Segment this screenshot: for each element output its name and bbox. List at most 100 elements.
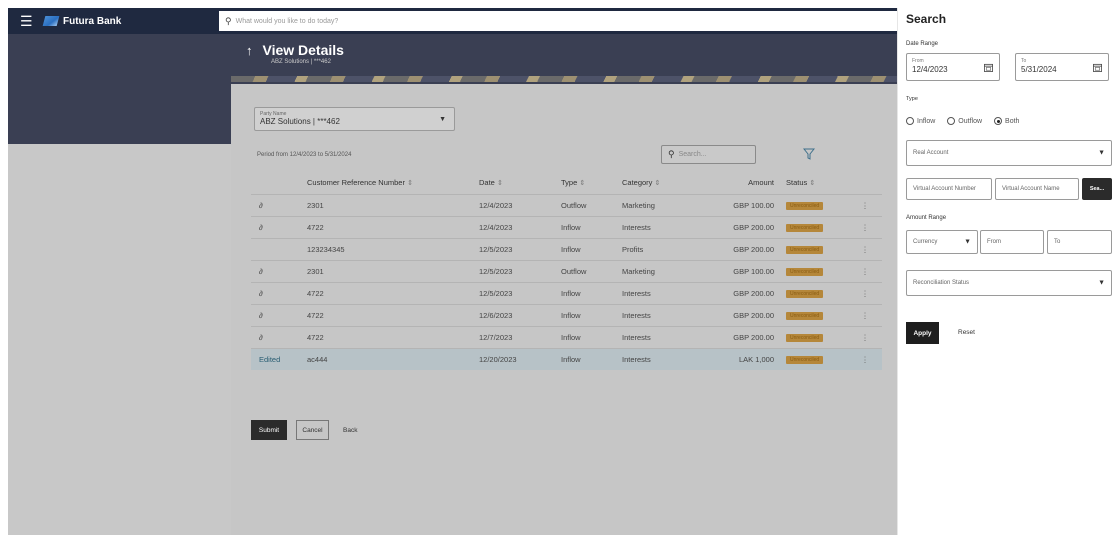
date-range-label: Date Range [906,41,939,47]
amount-from-input[interactable]: From [980,230,1044,254]
party-name-select[interactable]: Party Name ABZ Solutions | ***462 ▼ [254,107,455,131]
sort-icon[interactable]: ⇕ [579,180,585,187]
real-account-placeholder: Real Account [913,150,949,156]
row-kebab-menu-icon[interactable]: ⋮ [848,281,882,304]
brand-logo[interactable]: Futura Bank [42,15,122,27]
col-ref-label: Customer Reference Number [307,178,405,188]
col-header-amount[interactable]: Amount [704,172,780,194]
col-header-date[interactable]: Date ⇕ [479,172,561,194]
row-kebab-menu-icon[interactable]: ⋮ [848,215,882,238]
to-date-field[interactable]: To 5/31/2024 [1015,53,1109,81]
col-type-label: Type [561,178,578,188]
amount-to-input[interactable]: To [1047,230,1112,254]
from-date-field[interactable]: From 12/4/2023 [906,53,1000,81]
cell-amount: GBP 200.00 [704,303,780,326]
table-row[interactable]: ∂ 4722 12/7/2023 Inflow Interests GBP 20… [251,325,882,348]
radio-circle-icon [906,117,914,125]
virtual-account-name-input[interactable]: Virtual Account Name [995,178,1079,200]
table-search-placeholder: Search... [678,151,707,158]
cell-category: Marketing [622,259,704,282]
row-kebab-menu-icon[interactable]: ⋮ [848,237,882,260]
cell-date: 12/7/2023 [479,325,561,348]
split-indicator-icon: ∂ [251,215,307,238]
status-badge: Unreconciled [786,290,824,298]
cell-amount: GBP 100.00 [704,259,780,282]
col-header-ref[interactable]: Customer Reference Number ⇕ [307,172,479,194]
virtual-account-number-input[interactable]: Virtual Account Number [906,178,992,200]
col-amount-label: Amount [748,178,774,188]
cell-amount: GBP 200.00 [704,237,780,260]
sort-icon[interactable]: ⇕ [655,180,661,187]
split-indicator-icon: ∂ [251,281,307,304]
sort-icon[interactable]: ⇕ [809,180,815,187]
row-kebab-menu-icon[interactable]: ⋮ [848,259,882,282]
row-kebab-menu-icon[interactable]: ⋮ [848,193,882,216]
table-row[interactable]: ∂ 4722 12/5/2023 Inflow Interests GBP 20… [251,281,882,304]
col-category-label: Category [622,178,653,188]
search-icon: ⚲ [225,15,232,26]
cell-category: Interests [622,215,704,238]
virtual-account-search-button[interactable]: Sea... [1082,178,1112,200]
status-badge: Unreconciled [786,334,824,342]
row-kebab-menu-icon[interactable]: ⋮ [848,303,882,326]
table-row[interactable]: ∂ 2301 12/5/2023 Outflow Marketing GBP 1… [251,259,882,282]
cell-type: Inflow [561,281,622,304]
cell-status: Unreconciled [780,215,848,238]
details-card: Party Name ABZ Solutions | ***462 ▼ Peri… [231,84,897,535]
col-header-status[interactable]: Status ⇕ [780,172,848,194]
col-status-label: Status [786,178,808,188]
submit-button[interactable]: Submit [251,420,287,440]
currency-placeholder: Currency [913,239,938,245]
table-row[interactable]: ∂ 4722 12/6/2023 Inflow Interests GBP 20… [251,303,882,326]
table-row[interactable]: ∂ 4722 12/4/2023 Inflow Interests GBP 20… [251,215,882,238]
status-badge: Unreconciled [786,246,824,254]
cell-type: Inflow [561,237,622,260]
hamburger-menu-icon[interactable]: ☰ [20,13,36,30]
page-content: ↑ View Details ABZ Solutions | ***462 Pa… [8,34,897,535]
cell-amount: GBP 200.00 [704,281,780,304]
global-search-placeholder: What would you like to do today? [235,17,339,25]
table-header-row: Customer Reference Number ⇕ Date ⇕ Type … [251,172,882,194]
brand-name: Futura Bank [63,15,122,27]
radio-inflow[interactable]: Inflow [906,117,935,125]
filter-icon[interactable] [803,148,815,160]
currency-select[interactable]: Currency ▼ [906,230,978,254]
table-search-input[interactable]: ⚲ Search... [661,145,756,164]
cell-ref: 2301 [307,259,479,282]
cell-status: Unreconciled [780,237,848,260]
col-header-category[interactable]: Category ⇕ [622,172,704,194]
reconciliation-status-select[interactable]: Reconciliation Status ▼ [906,270,1112,296]
cell-type: Outflow [561,259,622,282]
real-account-select[interactable]: Real Account ▼ [906,140,1112,166]
apply-button[interactable]: Apply [906,322,939,344]
sort-icon[interactable]: ⇕ [497,180,503,187]
split-indicator-icon: ∂ [251,325,307,348]
calendar-icon[interactable] [1093,63,1102,72]
calendar-icon[interactable] [984,63,993,72]
col-header-type[interactable]: Type ⇕ [561,172,622,194]
table-row[interactable]: 123234345 12/5/2023 Inflow Profits GBP 2… [251,237,882,260]
radio-both[interactable]: Both [994,117,1019,125]
sort-icon[interactable]: ⇕ [407,180,413,187]
table-row[interactable]: ∂ 2301 12/4/2023 Outflow Marketing GBP 1… [251,193,882,216]
cell-amount: GBP 200.00 [704,215,780,238]
virtual-account-name-placeholder: Virtual Account Name [1002,186,1060,192]
cell-amount: GBP 100.00 [704,193,780,216]
global-search-input[interactable]: ⚲ What would you like to do today? [219,11,897,31]
back-arrow-icon[interactable]: ↑ [246,43,253,58]
cell-amount: LAK 1,000 [704,347,780,370]
cancel-button[interactable]: Cancel [296,420,329,440]
cell-status: Unreconciled [780,347,848,370]
reset-button[interactable]: Reset [958,329,975,336]
cell-category: Interests [622,347,704,370]
cell-status: Unreconciled [780,259,848,282]
cell-type: Inflow [561,325,622,348]
cell-status: Unreconciled [780,193,848,216]
back-button[interactable]: Back [343,427,357,434]
table-row-edited[interactable]: Edited ac444 12/20/2023 Inflow Interests… [251,347,882,370]
cell-ref: 123234345 [307,237,479,260]
row-kebab-menu-icon[interactable]: ⋮ [848,347,882,370]
radio-outflow[interactable]: Outflow [947,117,982,125]
chevron-down-icon: ▼ [1098,149,1105,157]
row-kebab-menu-icon[interactable]: ⋮ [848,325,882,348]
